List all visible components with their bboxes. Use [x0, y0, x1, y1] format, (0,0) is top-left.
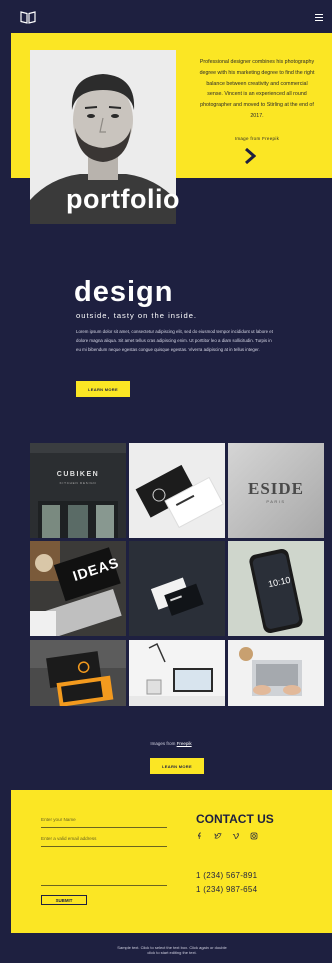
- hero-image-credit: Image from Freepik: [234, 136, 280, 141]
- freepik-link[interactable]: Freepik: [177, 741, 192, 746]
- footer-text: Sample text. Click to select the text bo…: [117, 945, 227, 955]
- hamburger-menu-icon[interactable]: [315, 14, 323, 21]
- chevron-right-icon[interactable]: [244, 148, 256, 164]
- gallery-tile-laptop-hands[interactable]: [228, 640, 324, 706]
- open-book-icon[interactable]: [20, 11, 36, 24]
- facebook-icon[interactable]: [196, 832, 204, 840]
- gallery-tile-smartphone[interactable]: 10:10: [228, 541, 324, 636]
- gallery-tile-eside[interactable]: ESIDE PARIS: [228, 443, 324, 538]
- gallery-learn-more-button[interactable]: LEARN MORE: [150, 758, 204, 774]
- gallery-credit: Images from Freepik: [126, 741, 216, 746]
- contact-title: CONTACT US: [196, 812, 274, 826]
- gallery-tile-desk-setup[interactable]: [129, 640, 225, 706]
- cubiken-subsign: KITCHEN DESIGN: [59, 481, 97, 485]
- design-body-text: Lorem ipsum dolor sit amet, consectetur …: [76, 329, 273, 353]
- social-icons: [196, 832, 258, 840]
- instagram-icon[interactable]: [250, 832, 258, 840]
- design-subtitle: outside, tasty on the inside.: [76, 311, 198, 320]
- eside-sign: ESIDE: [247, 479, 305, 498]
- top-bar: [11, 0, 332, 33]
- name-field[interactable]: Enter your Name: [41, 817, 167, 828]
- gallery-credit-prefix: Images from: [150, 741, 177, 746]
- gallery-tile-dark-cards[interactable]: [129, 541, 225, 636]
- cubiken-sign: CUBIKEN: [56, 471, 100, 478]
- twitter-icon[interactable]: [214, 832, 222, 840]
- learn-more-button[interactable]: LEARN MORE: [76, 381, 130, 397]
- eside-subsign: PARIS: [266, 499, 286, 504]
- vimeo-icon[interactable]: [232, 832, 240, 840]
- gallery-tile-orange-cards[interactable]: [30, 640, 126, 706]
- gallery-tile-cubiken[interactable]: CUBIKEN KITCHEN DESIGN: [30, 443, 126, 538]
- gallery-grid: CUBIKEN KITCHEN DESIGN ESIDE PARIS IDEAS…: [30, 443, 324, 706]
- design-title: design: [74, 276, 174, 308]
- gallery-tile-ideas-laptop[interactable]: IDEAS: [30, 541, 126, 636]
- phone-number-1[interactable]: 1 (234) 567-891: [196, 871, 257, 880]
- message-field[interactable]: [41, 874, 167, 886]
- submit-button[interactable]: SUBMIT: [41, 895, 87, 905]
- gallery-tile-business-cards[interactable]: [129, 443, 225, 538]
- hero-description: Professional designer combines his photo…: [199, 59, 315, 119]
- email-field[interactable]: Enter a valid email address: [41, 836, 167, 847]
- phone-number-2[interactable]: 1 (234) 987-654: [196, 885, 257, 894]
- portfolio-title: portfolio: [66, 184, 180, 214]
- contact-section: [11, 790, 332, 933]
